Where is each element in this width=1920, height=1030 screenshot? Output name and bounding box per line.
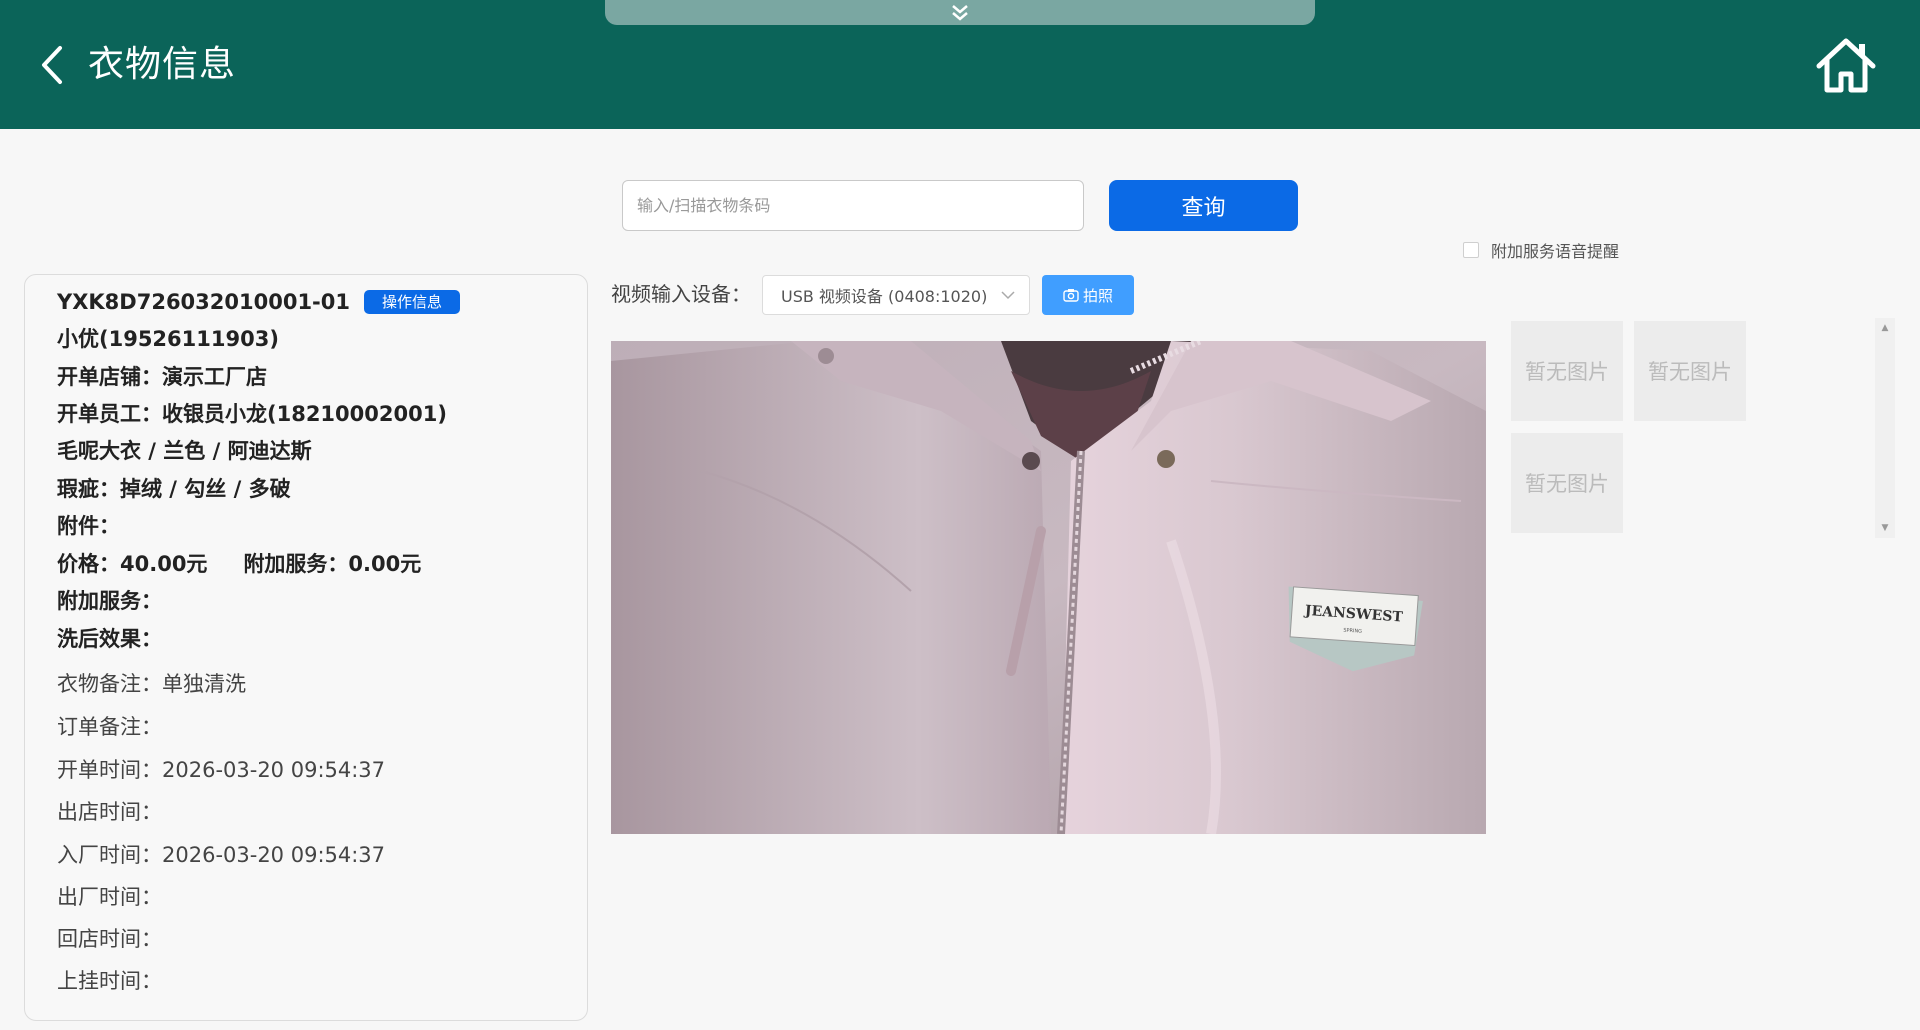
video-device-select[interactable]: USB 视频设备 (0408:1020): [762, 275, 1030, 315]
take-photo-label: 拍照: [1082, 286, 1113, 305]
garment-accessories: 附件：: [57, 514, 120, 538]
garment-info-card: YXK8D726032010001-01 操作信息 小优(19526111903…: [24, 274, 588, 1021]
video-device-label: 视频输入设备：: [611, 282, 751, 306]
video-device-selected: USB 视频设备 (0408:1020): [781, 287, 988, 306]
double-chevron-down-icon: [952, 4, 968, 21]
chevron-down-icon: [1001, 291, 1015, 300]
price-value: 价格：40.00元: [57, 552, 208, 576]
price-row: 价格：40.00元 附加服务：0.00元: [57, 549, 421, 579]
checkbox-box[interactable]: [1463, 242, 1479, 258]
camera-icon: [1063, 289, 1079, 302]
home-button[interactable]: [1815, 36, 1877, 94]
home-icon: [1816, 38, 1876, 93]
garment-code: YXK8D726032010001-01: [57, 290, 350, 314]
thumbnail-placeholder[interactable]: 暂无图片: [1634, 321, 1746, 421]
take-photo-button[interactable]: 拍照: [1042, 275, 1134, 315]
header-bar: 衣物信息: [0, 0, 1920, 129]
chevron-left-icon: [42, 46, 62, 84]
order-note: 订单备注：: [57, 715, 162, 739]
scroll-down-arrow-icon[interactable]: ▼: [1875, 520, 1895, 536]
out-store-time: 出店时间：: [57, 800, 162, 824]
back-button[interactable]: [34, 40, 68, 90]
open-staff: 开单员工：收银员小龙(18210002001): [57, 402, 447, 426]
addon-service: 附加服务：: [57, 589, 162, 613]
addon-price-value: 附加服务：0.00元: [243, 552, 422, 576]
jacket-image: JEANSWEST SPRING: [611, 341, 1486, 834]
pull-down-tab[interactable]: [605, 0, 1315, 25]
wash-effect: 洗后效果：: [57, 627, 162, 651]
customer-info: 小优(19526111903): [57, 327, 279, 351]
in-factory-time: 入厂时间：2026-03-20 09:54:37: [57, 843, 386, 867]
open-store: 开单店铺：演示工厂店: [57, 365, 267, 389]
barcode-search-input[interactable]: [622, 180, 1084, 231]
camera-preview: JEANSWEST SPRING: [611, 341, 1486, 834]
garment-note: 衣物备注：单独清洗: [57, 672, 246, 696]
back-store-time: 回店时间：: [57, 927, 162, 951]
page-title: 衣物信息: [88, 44, 237, 85]
scroll-up-arrow-icon[interactable]: ▲: [1875, 320, 1895, 336]
thumbnail-placeholder[interactable]: 暂无图片: [1511, 433, 1623, 533]
out-factory-time: 出厂时间：: [57, 885, 162, 909]
hang-time: 上挂时间：: [57, 969, 162, 993]
garment-description: 毛呢大衣 / 兰色 / 阿迪达斯: [57, 439, 312, 463]
query-button[interactable]: 查询: [1109, 180, 1298, 231]
garment-code-row: YXK8D726032010001-01 操作信息: [57, 287, 461, 317]
thumbnail-placeholder[interactable]: 暂无图片: [1511, 321, 1623, 421]
thumbnail-scrollbar[interactable]: ▲ ▼: [1875, 318, 1895, 538]
voice-reminder-label: 附加服务语音提醒: [1491, 242, 1620, 261]
garment-defects: 瑕疵：掉绒 / 勾丝 / 多破: [57, 477, 291, 501]
operation-info-badge[interactable]: 操作信息: [364, 290, 461, 314]
voice-reminder-checkbox[interactable]: 附加服务语音提醒: [1463, 240, 1620, 261]
open-time: 开单时间：2026-03-20 09:54:37: [57, 758, 386, 782]
